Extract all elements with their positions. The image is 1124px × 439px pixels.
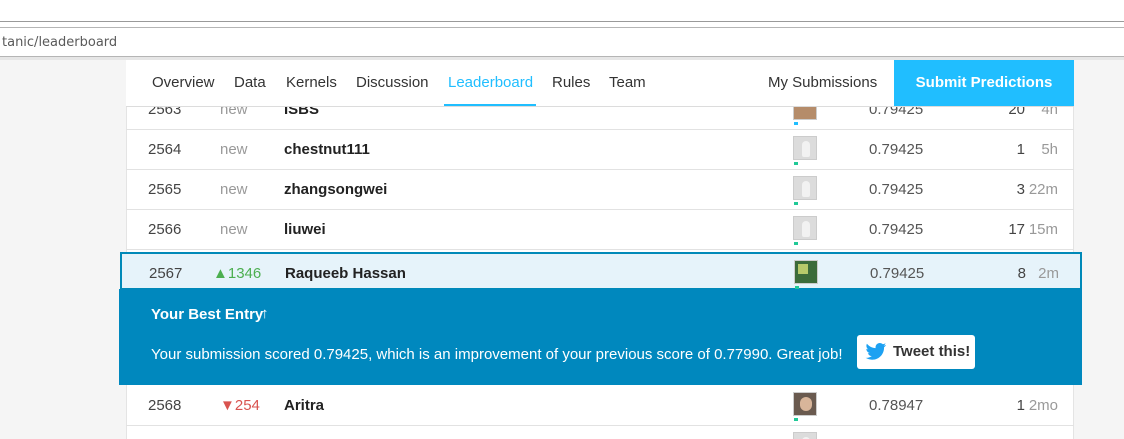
- avatar[interactable]: [793, 432, 817, 439]
- rank: 2567: [149, 265, 183, 282]
- avatar-tier-bar: [794, 418, 798, 421]
- score: 0.79425: [869, 221, 924, 238]
- avatar[interactable]: [793, 216, 817, 245]
- team-name[interactable]: liuwei: [284, 221, 326, 238]
- avatar[interactable]: [794, 260, 818, 289]
- avatar-tier-bar: [794, 202, 798, 205]
- best-entry-title: Your Best Entry: [151, 306, 264, 323]
- best-entry-message: Your submission scored 0.79425, which is…: [151, 346, 843, 363]
- tab-team[interactable]: Team: [609, 74, 646, 91]
- table-row[interactable]: [126, 426, 1074, 439]
- table-row[interactable]: 2565 new zhangsongwei 0.79425 3 22m: [126, 170, 1074, 210]
- tab-overview[interactable]: Overview: [152, 74, 215, 91]
- table-row-current-user[interactable]: 2567 ▲1346 Raqueeb Hassan 0.79425 8 2m: [120, 252, 1082, 290]
- team-name[interactable]: zhangsongwei: [284, 181, 387, 198]
- avatar-tier-bar: [794, 242, 798, 245]
- rank: 2568: [148, 397, 182, 414]
- rank-change: new: [220, 221, 248, 238]
- rank: 2564: [148, 141, 182, 158]
- url-text: tanic/leaderboard: [2, 35, 118, 50]
- address-bar[interactable]: tanic/leaderboard: [0, 27, 1124, 57]
- best-entry-banner: Your Best Entry ↑ Your submission scored…: [119, 289, 1082, 385]
- rank-change: ▲1346: [213, 265, 262, 282]
- rank-change: new: [220, 141, 248, 158]
- avatar-tier-bar: [794, 122, 798, 125]
- last-submission: 15m: [1028, 221, 1058, 238]
- score: 0.79425: [869, 141, 924, 158]
- rank-change: ▼254: [220, 397, 260, 414]
- twitter-icon: [865, 343, 887, 360]
- browser-tab-strip: [0, 0, 1124, 22]
- tab-data[interactable]: Data: [234, 74, 266, 91]
- score: 0.79425: [870, 265, 925, 282]
- score: 0.79425: [869, 181, 924, 198]
- table-row[interactable]: 2566 new liuwei 0.79425 17 15m: [126, 210, 1074, 250]
- avatar-tier-bar: [794, 162, 798, 165]
- rank: 2565: [148, 181, 182, 198]
- last-submission: 22m: [1028, 181, 1058, 198]
- tab-kernels[interactable]: Kernels: [286, 74, 337, 91]
- arrow-up-icon: ↑: [261, 305, 269, 322]
- last-submission: 2m: [1038, 265, 1059, 282]
- rank-change: new: [220, 181, 248, 198]
- my-submissions-link[interactable]: My Submissions: [768, 74, 877, 91]
- last-submission: 5h: [1041, 141, 1058, 158]
- tweet-button[interactable]: Tweet this!: [857, 335, 975, 369]
- submit-predictions-button[interactable]: Submit Predictions: [894, 60, 1074, 106]
- active-tab-indicator: [444, 104, 536, 106]
- team-name[interactable]: Aritra: [284, 397, 324, 414]
- tab-discussion[interactable]: Discussion: [356, 74, 429, 91]
- table-row[interactable]: 2568 ▼254 Aritra 0.78947 1 2mo: [126, 386, 1074, 426]
- avatar[interactable]: [793, 392, 817, 421]
- team-name[interactable]: chestnut111: [284, 141, 370, 158]
- team-name[interactable]: Raqueeb Hassan: [285, 265, 406, 282]
- tab-leaderboard[interactable]: Leaderboard: [448, 74, 533, 91]
- tweet-button-label: Tweet this!: [893, 343, 971, 360]
- table-row[interactable]: 2564 new chestnut111 0.79425 1 5h: [126, 130, 1074, 170]
- tab-rules[interactable]: Rules: [552, 74, 590, 91]
- competition-nav: Overview Data Kernels Discussion Leaderb…: [126, 60, 1074, 107]
- score: 0.78947: [869, 397, 924, 414]
- last-submission: 2mo: [1028, 397, 1058, 414]
- avatar[interactable]: [793, 176, 817, 205]
- rank: 2566: [148, 221, 182, 238]
- avatar[interactable]: [793, 136, 817, 165]
